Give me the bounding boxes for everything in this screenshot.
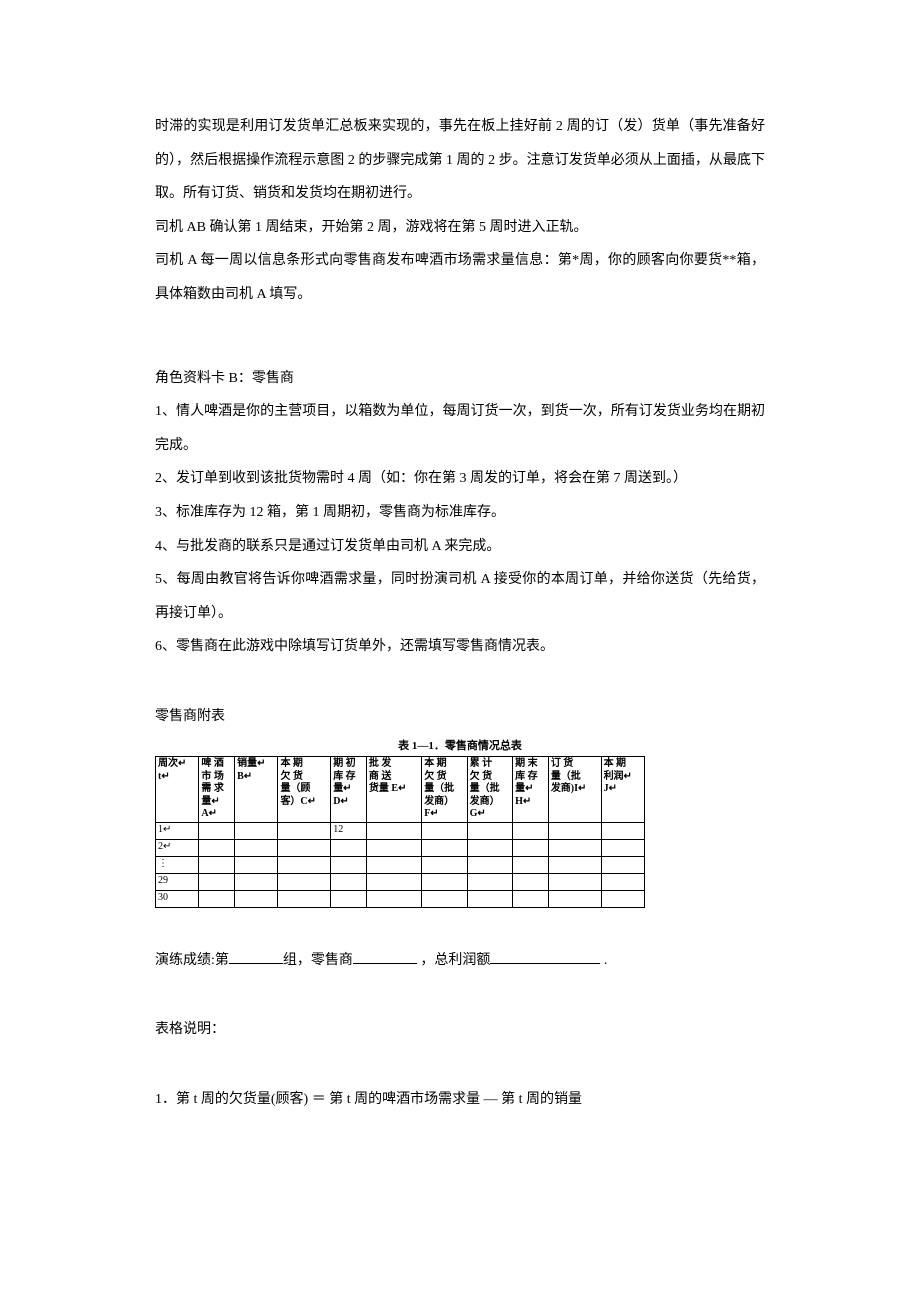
table-row: 30	[156, 890, 645, 907]
col-week: 周次↵ t↵	[156, 757, 199, 823]
score-end: .	[604, 953, 608, 968]
score-line: 演练成绩:第 组，零售商 ，总利润额 .	[155, 944, 765, 978]
score-mid2: ，总利润额	[420, 953, 490, 968]
col-demand: 啤 酒 市 场 需 求 量↵ A↵	[199, 757, 235, 823]
intro-p2: 司机 AB 确认第 1 周结束，开始第 2 周，游戏将在第 5 周时进入正轨。	[155, 211, 765, 245]
cell-week: 29	[156, 873, 199, 890]
rolecard-item-4: 4、与批发商的联系只是通过订发货单由司机 A 来完成。	[155, 530, 765, 564]
cell-week: ⋮	[156, 856, 199, 873]
formula-1: 1．第 t 周的欠货量(顾客) ＝ 第 t 周的啤酒市场需求量 — 第 t 周的…	[155, 1083, 765, 1117]
table-row: ⋮	[156, 856, 645, 873]
col-wholesaler-delivery: 批 发 商 送 货量 E↵	[366, 757, 421, 823]
intro-p3: 司机 A 每一周以信息条形式向零售商发布啤酒市场需求量信息：第*周，你的顾客向你…	[155, 244, 765, 311]
cell-week: 2↵	[156, 839, 199, 856]
col-short-customer: 本 期 欠 货 量（顾 客）C↵	[278, 757, 331, 823]
blank-profit	[490, 949, 600, 964]
explain-title: 表格说明：	[155, 1013, 765, 1047]
rolecard-item-5: 5、每周由教官将告诉你啤酒需求量，同时扮演司机 A 接受你的本周订单，并给你送货…	[155, 563, 765, 630]
col-sales: 销量↵ B↵	[235, 757, 278, 823]
cell-begin-inv: 12	[331, 822, 367, 839]
col-short-wholesaler: 本 期 欠 货 量（批 发商） F↵	[422, 757, 467, 823]
retailer-status-table: 周次↵ t↵ 啤 酒 市 场 需 求 量↵ A↵ 销量↵ B↵ 本 期 欠 货 …	[155, 756, 645, 908]
blank-retailer	[353, 949, 417, 964]
page: 时滞的实现是利用订发货单汇总板来实现的，事先在板上挂好前 2 周的订（发）货单（…	[0, 0, 920, 1302]
rolecard-item-2: 2、发订单到收到该批货物需时 4 周（如：你在第 3 周发的订单，将会在第 7 …	[155, 462, 765, 496]
rolecard-item-1: 1、情人啤酒是你的主营项目，以箱数为单位，每周订货一次，到货一次，所有订发货业务…	[155, 395, 765, 462]
score-prefix: 演练成绩:第	[155, 953, 229, 968]
cell-week: 30	[156, 890, 199, 907]
table-row: 1↵ 12	[156, 822, 645, 839]
col-begin-inventory: 期 初 库 存 量↵ D↵	[331, 757, 367, 823]
table-title: 表 1—1．零售商情况总表	[155, 738, 765, 755]
intro-p1: 时滞的实现是利用订发货单汇总板来实现的，事先在板上挂好前 2 周的订（发）货单（…	[155, 110, 765, 211]
rolecard-title: 角色资料卡 B：零售商	[155, 362, 765, 396]
table-row: 2↵	[156, 839, 645, 856]
col-cum-short-wholesaler: 累 计 欠 货 量（批 发商） G↵	[467, 757, 512, 823]
score-mid1: 组，零售商	[283, 953, 353, 968]
attach-title: 零售商附表	[155, 700, 765, 734]
col-end-inventory: 期 末 库 存 量↵ H↵	[513, 757, 549, 823]
rolecard-item-3: 3、标准库存为 12 箱，第 1 周期初，零售商为标准库存。	[155, 496, 765, 530]
blank-group	[229, 949, 283, 964]
cell-week: 1↵	[156, 822, 199, 839]
col-order-wholesaler: 订 货 量（批 发商)I↵	[548, 757, 601, 823]
rolecard-item-6: 6、零售商在此游戏中除填写订货单外，还需填写零售商情况表。	[155, 630, 765, 664]
table-header-row: 周次↵ t↵ 啤 酒 市 场 需 求 量↵ A↵ 销量↵ B↵ 本 期 欠 货 …	[156, 757, 645, 823]
col-profit: 本 期 利润↵ J↵	[601, 757, 644, 823]
table-row: 29	[156, 873, 645, 890]
